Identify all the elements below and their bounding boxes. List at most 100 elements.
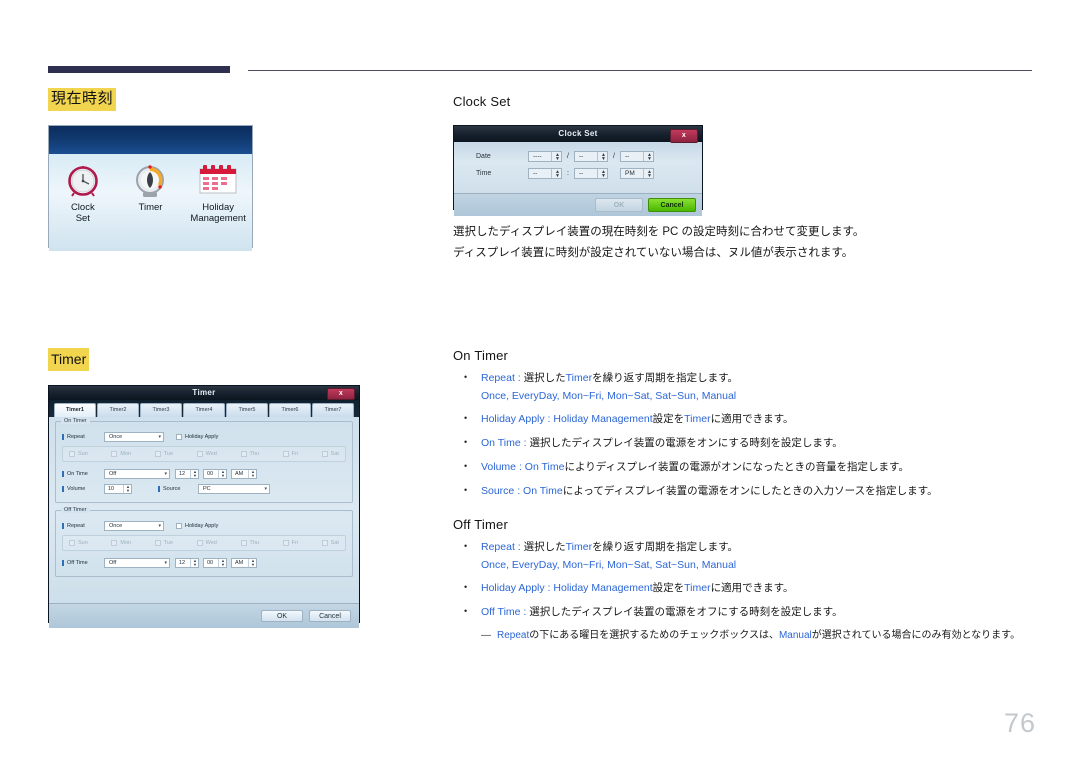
section-heading-clock: 現在時刻 (48, 88, 117, 111)
on-timer-hour-spinner[interactable]: 12 ▲ ▼ (175, 468, 199, 479)
on-timer-source-select[interactable]: PC ▾ (198, 483, 270, 494)
off-timer-holiday-apply-checkbox[interactable]: Holiday Apply (176, 522, 218, 529)
time-hour-spinner[interactable]: -- ▲ ▼ (528, 168, 562, 179)
tab-timer2[interactable]: Timer2 (97, 403, 139, 417)
icon-panel-screenshot: Clock Set Timer Holiday Management (48, 125, 253, 251)
sep: : (516, 461, 525, 473)
off-timer-minute-value: 00 (207, 559, 214, 566)
spinner-arrows-icon: ▲ ▼ (551, 169, 560, 178)
close-icon[interactable]: x (670, 129, 698, 143)
on-timer-day-sun-label: Sun (78, 451, 88, 457)
clock-set-content: Date ---- ▲ ▼ / -- ▲ ▼ / -- ▲ ▼ Time -- … (454, 142, 702, 193)
off-timer-day-tue[interactable]: Tue (154, 540, 173, 546)
off-timer-subtitle: Off Timer (453, 517, 509, 532)
clock-set-footer: OK Cancel (454, 193, 702, 216)
icon-item-holiday-management[interactable]: Holiday Management (186, 158, 250, 224)
on-timer-day-fri[interactable]: Fri (282, 451, 298, 457)
on-timer-day-wed[interactable]: Wed (196, 451, 217, 457)
off-timer-description-block: Off Timer Repeat : 選択したTimerを繰り返す周期を指定しま… (453, 517, 1033, 644)
icon-item-clock-set[interactable]: Clock Set (51, 158, 115, 224)
off-timer-bullet-holiday-apply: Holiday Apply : Holiday Management設定をTim… (453, 578, 1033, 598)
kitchen-timer-icon (118, 158, 182, 202)
checkbox-icon (154, 540, 161, 546)
off-timer-bullet-off-time: Off Time : 選択したディスプレイ装置の電源をオフにする時刻を設定します… (453, 602, 1033, 622)
off-timer-mode-select[interactable]: Off ▾ (104, 557, 170, 568)
checkbox-icon (282, 540, 289, 546)
timer-cancel-button[interactable]: Cancel (309, 610, 351, 622)
close-icon[interactable]: x (327, 388, 355, 400)
off-timer-time-row: Off Time Off ▾ 12 ▲ ▼ 00 ▲ ▼ AM ▲ ▼ (62, 556, 346, 569)
section-heading-clock-wrap: 現在時刻 (48, 88, 438, 111)
on-timer-repeat-jp2: を繰り返す周期を指定します。 (592, 372, 739, 384)
spinner-arrows-icon: ▲ ▼ (218, 558, 225, 567)
off-timer-day-sat[interactable]: Sat (321, 540, 339, 546)
clock-set-ok-button[interactable]: OK (595, 198, 643, 212)
timer-ok-button[interactable]: OK (261, 610, 303, 622)
off-timer-day-thu-label: Thu (249, 540, 259, 546)
tab-timer6[interactable]: Timer6 (269, 403, 311, 417)
clock-set-dialog-screenshot: Clock Set x Date ---- ▲ ▼ / -- ▲ ▼ / -- ▲ ▼ (453, 125, 703, 216)
tab-timer3[interactable]: Timer3 (140, 403, 182, 417)
tab-timer5[interactable]: Timer5 (226, 403, 268, 417)
off-timer-meridiem-spinner[interactable]: AM ▲ ▼ (231, 557, 257, 568)
on-timer-minute-spinner[interactable]: 00 ▲ ▼ (203, 468, 227, 479)
off-timer-repeat-select[interactable]: Once ▾ (104, 520, 164, 531)
on-timer-repeat-key: Repeat (481, 372, 515, 384)
on-timer-day-sun[interactable]: Sun (69, 451, 88, 457)
checkbox-icon (111, 540, 118, 546)
time-meridiem-spinner[interactable]: PM ▲ ▼ (620, 168, 654, 179)
off-timer-day-thu[interactable]: Thu (240, 540, 259, 546)
icon-item-clock-set-line2: Set (75, 213, 90, 224)
off-timer-hour-spinner[interactable]: 12 ▲ ▼ (175, 557, 199, 568)
on-timer-time-row: On Time Off ▾ 12 ▲ ▼ 00 ▲ ▼ AM ▲ ▼ (62, 467, 346, 480)
on-timer-repeat-select[interactable]: Once ▾ (104, 431, 164, 442)
on-timer-day-thu[interactable]: Thu (240, 451, 259, 457)
off-timer-day-sun[interactable]: Sun (69, 540, 88, 546)
on-timer-day-sat[interactable]: Sat (321, 451, 339, 457)
note-kw2: Manual (778, 630, 812, 641)
off-timer-minute-spinner[interactable]: 00 ▲ ▼ (203, 557, 227, 568)
date-year-spinner[interactable]: ---- ▲ ▼ (528, 151, 562, 162)
on-timer-bullet-repeat: Repeat : 選択したTimerを繰り返す周期を指定します。 Once, E… (453, 368, 1033, 405)
tab-timer1[interactable]: Timer1 (54, 403, 96, 417)
off-timer-day-wed[interactable]: Wed (196, 540, 217, 546)
on-timer-meridiem-spinner[interactable]: AM ▲ ▼ (231, 468, 257, 479)
off-timer-repeat-jp: 選択した (523, 541, 566, 553)
date-month-spinner[interactable]: -- ▲ ▼ (574, 151, 608, 162)
on-timer-holiday-jp2: に適用できます。 (710, 413, 794, 425)
date-day-spinner[interactable]: -- ▲ ▼ (620, 151, 654, 162)
off-timer-day-fri[interactable]: Fri (282, 540, 298, 546)
tab-timer7[interactable]: Timer7 (312, 403, 354, 417)
sep: : (514, 541, 524, 553)
on-timer-day-mon[interactable]: Mon (111, 451, 131, 457)
header-rule-thin (248, 70, 1032, 71)
off-timer-day-mon[interactable]: Mon (111, 540, 131, 546)
tab-timer4[interactable]: Timer4 (183, 403, 225, 417)
chevron-down-icon: ▾ (158, 433, 161, 440)
on-timer-day-tue[interactable]: Tue (154, 451, 173, 457)
on-timer-mode-select[interactable]: Off ▾ (104, 468, 170, 479)
on-timer-volume-spinner[interactable]: 10 ▲ ▼ (104, 483, 132, 494)
checkbox-icon (154, 451, 161, 457)
sep: : (520, 606, 530, 618)
on-timer-holiday-apply-label: Holiday Apply (185, 433, 219, 440)
clock-set-time-label: Time (476, 170, 492, 177)
on-timer-bullet-holiday-apply: Holiday Apply : Holiday Management設定をTim… (453, 409, 1033, 429)
checkbox-icon (111, 451, 118, 457)
time-minute-spinner[interactable]: -- ▲ ▼ (574, 168, 608, 179)
checkbox-icon (321, 451, 328, 457)
chevron-down-icon: ▾ (264, 485, 267, 492)
checkbox-icon (321, 540, 328, 546)
right-column: Clock Set Clock Set x Date ---- ▲ ▼ / -- … (453, 94, 1033, 644)
clock-set-cancel-button[interactable]: Cancel (648, 198, 696, 212)
on-timer-holiday-apply-checkbox[interactable]: Holiday Apply (176, 433, 219, 440)
on-timer-holiday-kw2: Timer (684, 413, 711, 425)
icon-panel-titlebar (49, 126, 252, 154)
chevron-down-icon: ▾ (164, 559, 167, 566)
timer-tab-strip: Timer1 Timer2 Timer3 Timer4 Timer5 Timer… (49, 400, 359, 417)
checkbox-icon (176, 522, 182, 529)
icon-item-holiday-line2: Management (190, 213, 246, 224)
off-timer-group-title: Off Timer (61, 507, 90, 513)
icon-item-timer[interactable]: Timer (118, 158, 182, 213)
timer-dialog-title: Timer (192, 388, 216, 397)
